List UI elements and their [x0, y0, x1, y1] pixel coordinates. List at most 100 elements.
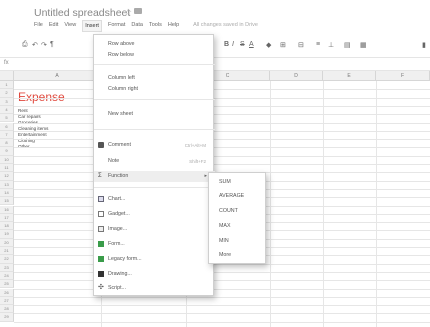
column-header-a[interactable]: A	[14, 71, 101, 81]
row-header[interactable]: 7	[0, 130, 14, 140]
menu-item-row-above[interactable]: Row above	[108, 41, 135, 47]
row-header[interactable]: 21	[0, 247, 14, 256]
cell-entertainment[interactable]: Entertainment	[18, 132, 47, 137]
menu-item-note[interactable]: Note	[108, 158, 119, 164]
wrap-text-icon[interactable]: ▤	[344, 41, 351, 49]
menu-edit[interactable]: Edit	[49, 22, 58, 32]
gridline	[14, 271, 430, 273]
column-header-e[interactable]: E	[323, 71, 376, 81]
function-sum[interactable]: SUM	[219, 179, 231, 185]
row-header[interactable]: 12	[0, 172, 14, 181]
insert-chart-icon[interactable]: ▦	[360, 41, 367, 49]
more-icon[interactable]: ▮	[422, 41, 426, 49]
gridline	[14, 313, 430, 315]
borders-icon[interactable]: ⊞	[280, 41, 286, 49]
row-header[interactable]: 14	[0, 188, 14, 198]
folder-icon[interactable]	[134, 8, 142, 14]
row-header[interactable]: 4	[0, 105, 14, 115]
column-left-label: Column left	[108, 75, 135, 81]
gridline	[14, 321, 430, 323]
corner-cell[interactable]	[0, 71, 14, 81]
row-header[interactable]: 6	[0, 122, 14, 131]
strikethrough-icon[interactable]: S	[240, 41, 245, 48]
row-header[interactable]: 13	[0, 180, 14, 189]
menu-file[interactable]: File	[34, 22, 43, 32]
bold-icon[interactable]: B	[224, 41, 229, 48]
row-header[interactable]: 10	[0, 155, 14, 164]
row-header[interactable]: 2	[0, 89, 14, 98]
menu-bar: File Edit View Insert Format Data Tools …	[34, 20, 258, 32]
menu-item-function[interactable]: Function	[108, 173, 128, 179]
menu-item-column-right[interactable]: Column right	[108, 86, 138, 92]
menu-view[interactable]: View	[64, 22, 76, 32]
legacy-form-label: Legacy form...	[108, 256, 142, 262]
row-header[interactable]: 9	[0, 147, 14, 156]
merge-icon[interactable]: ⊟	[298, 41, 304, 49]
cell-rent[interactable]: Rent	[18, 108, 28, 113]
formula-bar[interactable]: fx	[0, 57, 430, 71]
row-header[interactable]: 5	[0, 114, 14, 123]
row-header[interactable]: 27	[0, 296, 14, 306]
row-header[interactable]: 18	[0, 222, 14, 231]
menu-item-form[interactable]: Form...	[108, 241, 125, 247]
menu-data[interactable]: Data	[131, 22, 143, 32]
row-header[interactable]: 16	[0, 205, 14, 214]
row-header[interactable]: 19	[0, 230, 14, 239]
menu-item-row-below[interactable]: Row below	[108, 52, 134, 58]
save-status: All changes saved in Drive	[193, 22, 258, 28]
function-min[interactable]: MIN	[219, 238, 229, 244]
fill-color-icon[interactable]: ◆	[266, 41, 271, 49]
row-header[interactable]: 3	[0, 97, 14, 106]
align-left-icon[interactable]: ≡	[316, 41, 320, 48]
italic-icon[interactable]: I	[232, 41, 234, 48]
menu-item-comment[interactable]: Comment	[108, 142, 131, 148]
paint-format-icon[interactable]: ¶	[50, 41, 54, 48]
row-header[interactable]: 15	[0, 197, 14, 206]
menu-item-image[interactable]: Image...	[108, 226, 127, 232]
function-average[interactable]: AVERAGE	[219, 193, 244, 199]
valign-icon[interactable]: ⊥	[328, 41, 334, 49]
menu-item-chart[interactable]: Chart...	[108, 196, 125, 202]
menu-item-drawing[interactable]: Drawing...	[108, 271, 132, 277]
menu-item-script[interactable]: Script...	[108, 285, 126, 291]
document-title[interactable]: Untitled spreadsheet	[34, 7, 130, 19]
menu-insert[interactable]: Insert	[82, 20, 102, 32]
row-header[interactable]: 23	[0, 263, 14, 272]
text-color-icon[interactable]: A	[249, 41, 254, 48]
row-header[interactable]: 26	[0, 288, 14, 297]
redo-icon[interactable]: ↷	[41, 41, 47, 49]
gridline	[14, 280, 430, 282]
row-header[interactable]: 20	[0, 238, 14, 247]
gadget-icon	[98, 211, 104, 217]
row-header[interactable]: 24	[0, 271, 14, 281]
row-header[interactable]: 29	[0, 313, 14, 322]
row-header[interactable]: 25	[0, 280, 14, 289]
undo-icon[interactable]: ↶	[32, 41, 38, 49]
menu-item-legacy-form[interactable]: Legacy form...	[108, 256, 142, 262]
gridline	[14, 139, 430, 141]
column-header-d[interactable]: D	[270, 71, 323, 81]
row-header[interactable]: 11	[0, 164, 14, 173]
menu-separator	[94, 99, 215, 100]
row-header[interactable]: 1	[0, 81, 14, 90]
function-count[interactable]: COUNT	[219, 208, 238, 214]
menu-item-new-sheet[interactable]: New sheet	[108, 111, 133, 117]
menu-format[interactable]: Format	[108, 22, 125, 32]
note-shortcut: Shift+F2	[189, 159, 206, 164]
menu-help[interactable]: Help	[168, 22, 179, 32]
print-icon[interactable]: ⎙	[22, 41, 28, 49]
row-header[interactable]: 17	[0, 213, 14, 223]
menu-item-column-left[interactable]: Column left	[108, 75, 135, 81]
menu-separator	[94, 129, 215, 130]
star-icon[interactable]: ☆	[124, 7, 132, 18]
row-header[interactable]: 22	[0, 255, 14, 264]
function-more[interactable]: More	[219, 252, 231, 258]
gridline	[14, 147, 430, 149]
menu-item-gadget[interactable]: Gadget...	[108, 211, 130, 217]
row-header[interactable]: 8	[0, 139, 14, 148]
row-header[interactable]: 28	[0, 305, 14, 314]
legacy-form-icon	[98, 256, 104, 262]
column-header-f[interactable]: F	[376, 71, 430, 81]
menu-tools[interactable]: Tools	[149, 22, 162, 32]
function-max[interactable]: MAX	[219, 223, 230, 229]
